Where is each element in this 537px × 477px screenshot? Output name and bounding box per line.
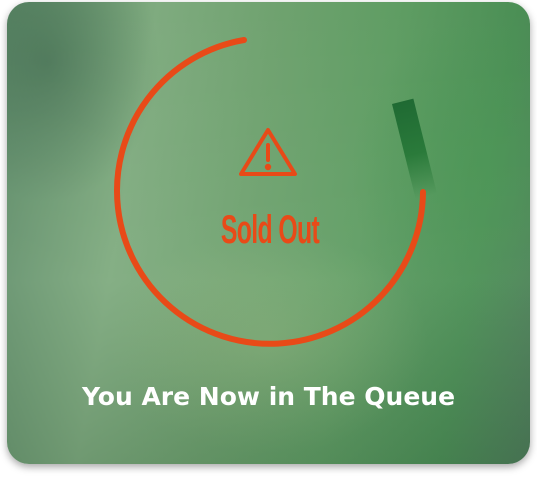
warning-icon: [239, 128, 297, 176]
sold-out-label: Sold Out: [220, 208, 320, 252]
queue-message: You Are Now in The Queue: [81, 382, 456, 411]
progress-arc: [114, 37, 426, 347]
